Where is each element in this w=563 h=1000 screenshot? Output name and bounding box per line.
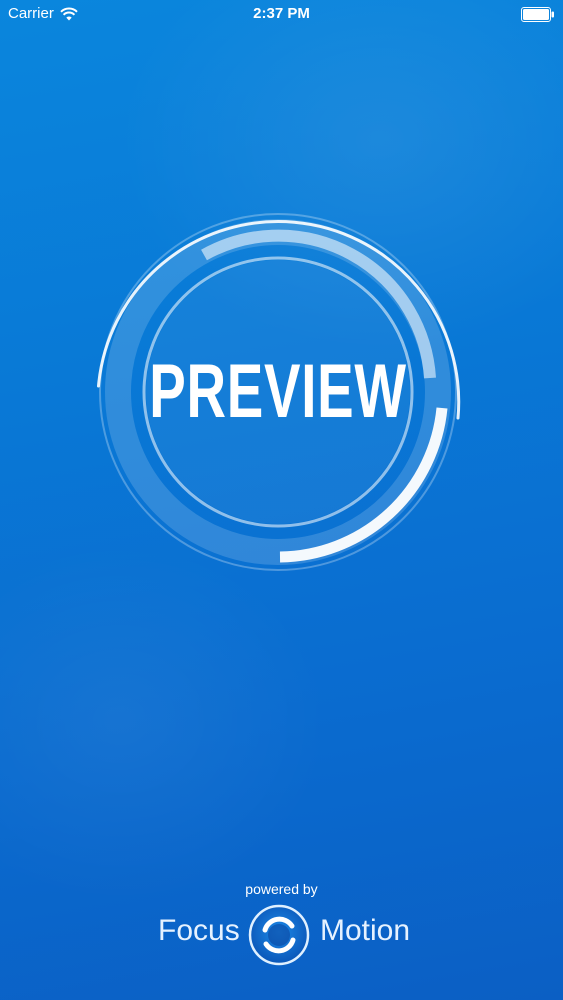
splash-screen: Carrier 2:37 PM PREVIEW powered by Focus…	[0, 0, 563, 1000]
focus-motion-logo-icon	[248, 904, 310, 966]
brand-name-focus: Focus	[158, 914, 240, 947]
brand-lockup: Focus Motion	[0, 900, 563, 968]
brand-name-motion: Motion	[320, 914, 411, 947]
status-time: 2:37 PM	[253, 5, 310, 22]
powered-by-label: powered by	[245, 881, 318, 897]
preview-title: PREVIEW	[149, 349, 407, 434]
battery-icon	[521, 7, 554, 22]
status-bar: Carrier 2:37 PM	[0, 0, 563, 30]
